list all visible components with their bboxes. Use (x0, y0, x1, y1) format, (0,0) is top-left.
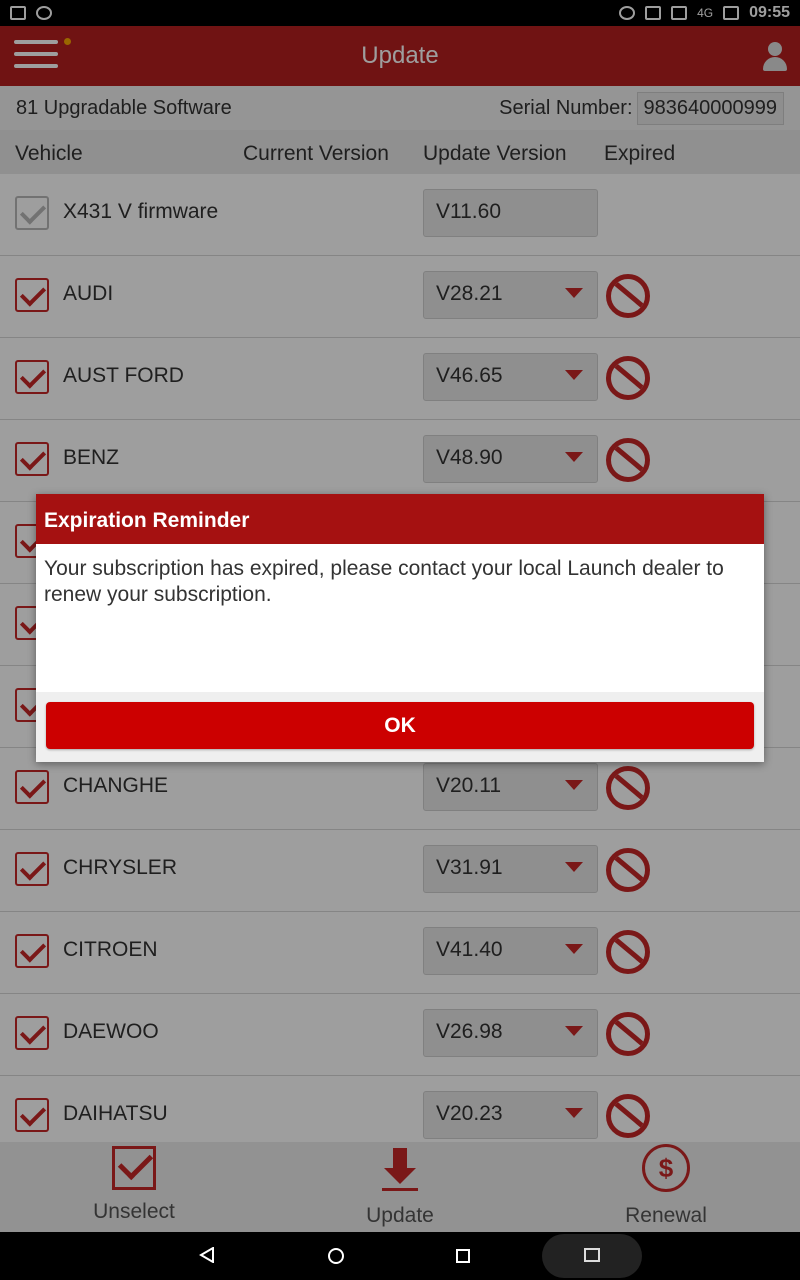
ok-button[interactable]: OK (46, 702, 754, 749)
home-icon[interactable] (328, 1248, 344, 1264)
system-nav-bar (0, 1232, 800, 1280)
expiration-dialog: Expiration Reminder Your subscription ha… (36, 494, 764, 762)
dialog-message: Your subscription has expired, please co… (44, 557, 724, 606)
back-icon[interactable] (199, 1247, 215, 1263)
recents-icon[interactable] (456, 1249, 470, 1263)
image-icon (584, 1248, 600, 1262)
screenshot-pill[interactable] (542, 1234, 642, 1278)
dialog-button-bar: OK (36, 692, 764, 762)
dialog-title: Expiration Reminder (36, 494, 764, 544)
